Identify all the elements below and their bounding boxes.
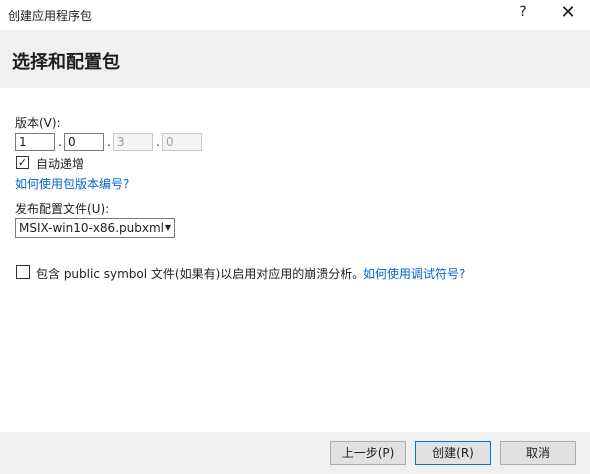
window-title: 创建应用程序包 [8,9,93,23]
version-separator: . [58,135,62,149]
page-title: 选择和配置包 [12,52,120,73]
cancel-button[interactable]: 取消 [500,441,576,465]
version-help-link[interactable]: 如何使用包版本编号? [15,175,129,192]
page-header: 选择和配置包 [0,30,590,88]
close-icon[interactable]: ✕ [556,2,580,23]
title-bar: 创建应用程序包 ? ✕ [0,0,590,30]
chevron-down-icon: ▼ [164,223,171,232]
publish-profile-select[interactable]: MSIX-win10-x86.pubxml ▼ [15,218,175,238]
version-major-input[interactable]: 1 [15,133,55,151]
publish-profile-label: 发布配置文件(U): [15,202,110,216]
version-revision-input: 0 [162,133,202,151]
version-separator: . [156,135,160,149]
publish-profile-value: MSIX-win10-x86.pubxml [19,221,164,235]
symbols-help-link[interactable]: 如何使用调试符号? [363,265,465,282]
auto-increment-label: 自动递增 [36,157,85,171]
symbols-label: 包含 public symbol 文件(如果有)以启用对应用的崩溃分析。 [36,267,365,281]
version-label: 版本(V): [15,116,61,130]
create-button[interactable]: 创建(R) [415,441,491,465]
version-build-input: 3 [113,133,153,151]
checkmark-icon: ✓ [17,156,28,169]
version-separator: . [107,135,111,149]
symbols-checkbox[interactable] [16,265,30,279]
previous-button[interactable]: 上一步(P) [330,441,406,465]
version-minor-input[interactable]: 0 [64,133,104,151]
help-icon[interactable]: ? [513,4,533,20]
auto-increment-checkbox[interactable]: ✓ [16,156,29,169]
